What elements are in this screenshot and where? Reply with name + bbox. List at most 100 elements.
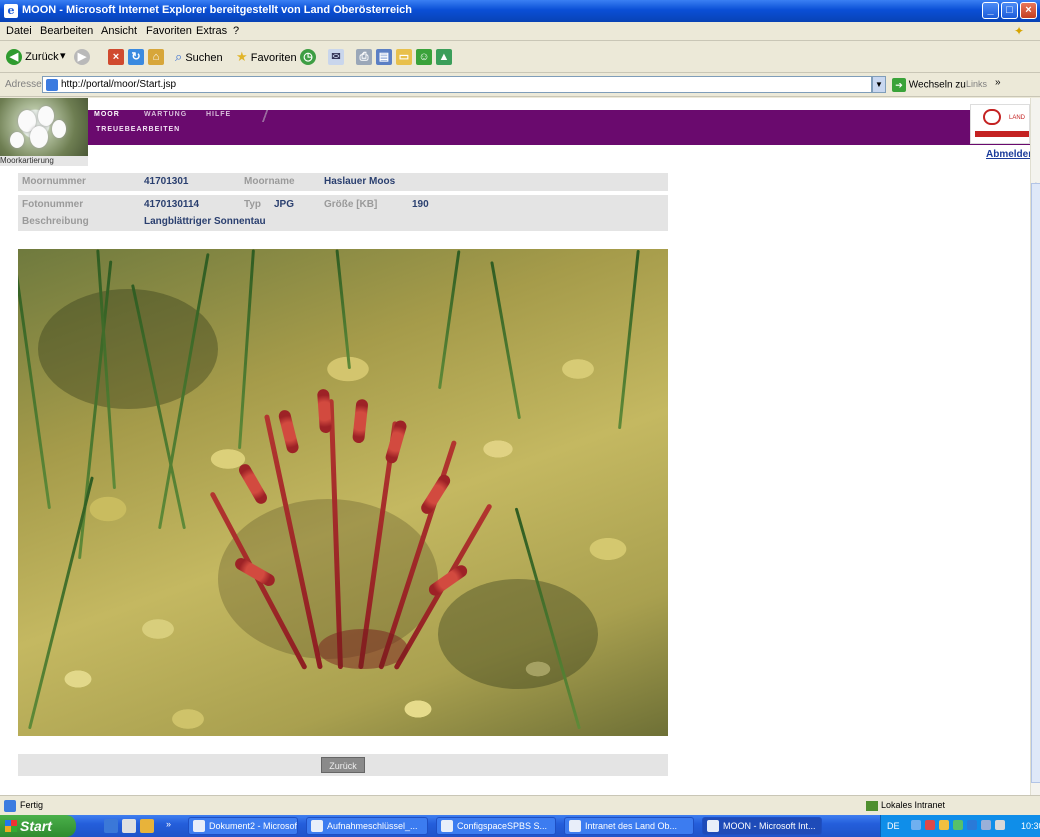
tray-device-icon[interactable] — [995, 820, 1005, 830]
task-item[interactable]: Dokument2 - Microsof... — [188, 817, 298, 835]
minimize-button[interactable]: _ — [982, 2, 999, 19]
address-dropdown-button[interactable]: ▼ — [872, 76, 886, 93]
word-icon — [193, 820, 205, 832]
page-content: Moorkartierung MOOR WARTUNG HILFE TREUEB… — [0, 98, 1030, 795]
moor-number-value: 41701301 — [144, 176, 189, 187]
folder-button[interactable]: ▭ — [396, 49, 412, 67]
windows-flag-icon: ✦ — [1014, 24, 1025, 38]
task-label: Aufnahmeschlüssel_... — [327, 821, 418, 831]
status-bar: Fertig Lokales Intranet — [0, 795, 1040, 815]
language-indicator[interactable]: DE — [887, 821, 900, 831]
moor-number-label: Moornummer — [22, 176, 86, 187]
mail-button[interactable]: ✉ — [328, 49, 344, 67]
task-label: ConfigspaceSPBS S... — [457, 821, 548, 831]
ie-icon — [707, 820, 719, 832]
print-icon: ⎙ — [356, 49, 372, 65]
intranet-zone-icon — [866, 800, 878, 811]
stop-icon: × — [108, 49, 124, 65]
menu-view[interactable]: Ansicht — [101, 25, 137, 37]
close-button[interactable]: × — [1020, 2, 1037, 19]
action-bar: Zurück — [18, 754, 668, 776]
edit-icon: ▤ — [376, 49, 392, 65]
scroll-thumb[interactable] — [1031, 183, 1040, 783]
taskbar: Start » Dokument2 - Microsof... Aufnahme… — [0, 815, 1040, 837]
task-item-active[interactable]: MOON - Microsoft Int... — [702, 817, 822, 835]
tab-moor[interactable]: MOOR — [94, 111, 120, 118]
links-label[interactable]: Links — [966, 79, 987, 89]
address-input[interactable]: http://portal/moor/Start.jsp — [42, 76, 872, 93]
sundew-photo — [18, 249, 668, 736]
vertical-scrollbar[interactable]: ▲ — [1030, 98, 1040, 795]
task-label: Dokument2 - Microsof... — [209, 821, 298, 831]
menu-tools[interactable]: Extras — [196, 25, 227, 37]
tray-sound-icon[interactable] — [953, 820, 963, 830]
back-page-button[interactable]: Zurück — [321, 757, 365, 773]
record-row-moor: Moornummer 41701301 Moorname Haslauer Mo… — [18, 173, 668, 191]
tray-security-icon[interactable] — [925, 820, 935, 830]
type-value: JPG — [274, 199, 295, 210]
research-icon: ▲ — [436, 49, 452, 65]
task-label: MOON - Microsoft Int... — [723, 821, 816, 831]
home-icon: ⌂ — [148, 49, 164, 65]
security-zone: Lokales Intranet — [866, 800, 945, 811]
start-button[interactable]: Start — [0, 815, 76, 837]
search-icon: ⌕ — [175, 49, 183, 64]
ie-icon — [569, 820, 581, 832]
edit-button[interactable]: ▤ — [376, 49, 392, 67]
back-button[interactable]: ◀ Zurück — [6, 49, 59, 67]
clock[interactable]: 10:30 — [1021, 821, 1040, 831]
back-arrow-icon: ◀ — [6, 49, 22, 65]
task-item[interactable]: ConfigspaceSPBS S... — [436, 817, 556, 835]
favorites-button[interactable]: ★ Favoriten — [236, 49, 297, 67]
search-button[interactable]: ⌕ Suchen — [175, 49, 223, 67]
page-icon — [46, 79, 58, 91]
refresh-button[interactable]: ↻ — [128, 49, 144, 67]
search-label: Suchen — [185, 52, 223, 64]
mail-icon: ✉ — [328, 49, 344, 65]
go-arrow-icon: ➔ — [892, 78, 906, 92]
logout-link[interactable]: Abmelden — [986, 149, 1030, 160]
land-ooe-logo: LAND — [970, 104, 1030, 144]
refresh-icon: ↻ — [128, 49, 144, 65]
quicklaunch-desktop-icon[interactable] — [122, 819, 136, 833]
tray-app-icon[interactable] — [967, 820, 977, 830]
logo-caption: Moorkartierung — [0, 156, 88, 166]
dropdown-arrow-icon[interactable]: ▾ — [60, 49, 66, 67]
forward-button[interactable]: ▶ — [74, 49, 90, 67]
type-label: Typ — [244, 199, 262, 210]
tray-display-icon[interactable] — [981, 820, 991, 830]
window-title: MOON - Microsoft Internet Explorer berei… — [22, 4, 412, 16]
nav-header: MOOR WARTUNG HILFE TREUEBEARBEITEN — [88, 110, 1030, 145]
messenger-button[interactable]: ☺ — [416, 49, 432, 67]
go-button[interactable]: ➔ Wechseln zu — [892, 78, 966, 92]
subtab-edit[interactable]: TREUEBEARBEITEN — [96, 126, 180, 133]
toolbar: ◀ Zurück ▾ ▶ × ↻ ⌂ ⌕ Suchen ★ Favoriten … — [0, 41, 1040, 73]
maximize-button[interactable]: □ — [1001, 2, 1018, 19]
menu-edit[interactable]: Bearbeiten — [40, 25, 93, 37]
tab-wartung[interactable]: WARTUNG — [144, 111, 187, 118]
menu-help[interactable]: ? — [233, 25, 239, 37]
stop-button[interactable]: × — [108, 49, 124, 67]
task-item[interactable]: Intranet des Land Ob... — [564, 817, 694, 835]
research-button[interactable]: ▲ — [436, 49, 452, 67]
record-row-photo: Fotonummer 4170130114 Typ JPG Größe [KB]… — [18, 195, 668, 231]
print-button[interactable]: ⎙ — [356, 49, 372, 67]
task-label: Intranet des Land Ob... — [585, 821, 678, 831]
task-item[interactable]: Aufnahmeschlüssel_... — [306, 817, 428, 835]
tray-network-icon[interactable] — [911, 820, 921, 830]
history-button[interactable]: ◷ — [300, 49, 316, 67]
folder-icon — [441, 820, 453, 832]
menu-favorites[interactable]: Favoriten — [146, 25, 192, 37]
moor-name-value: Haslauer Moos — [324, 176, 396, 187]
tab-hilfe[interactable]: HILFE — [206, 111, 231, 118]
menu-file[interactable]: Datei — [6, 25, 32, 37]
tray-update-icon[interactable] — [939, 820, 949, 830]
quicklaunch-more-icon[interactable]: » — [166, 819, 174, 833]
quicklaunch-folder-icon[interactable] — [140, 819, 154, 833]
start-label: Start — [20, 818, 52, 834]
links-more-button[interactable]: » — [995, 77, 1001, 88]
ie-app-icon: e — [4, 4, 18, 18]
star-icon: ★ — [236, 49, 248, 64]
quicklaunch-ie-icon[interactable] — [104, 819, 118, 833]
home-button[interactable]: ⌂ — [148, 49, 164, 67]
